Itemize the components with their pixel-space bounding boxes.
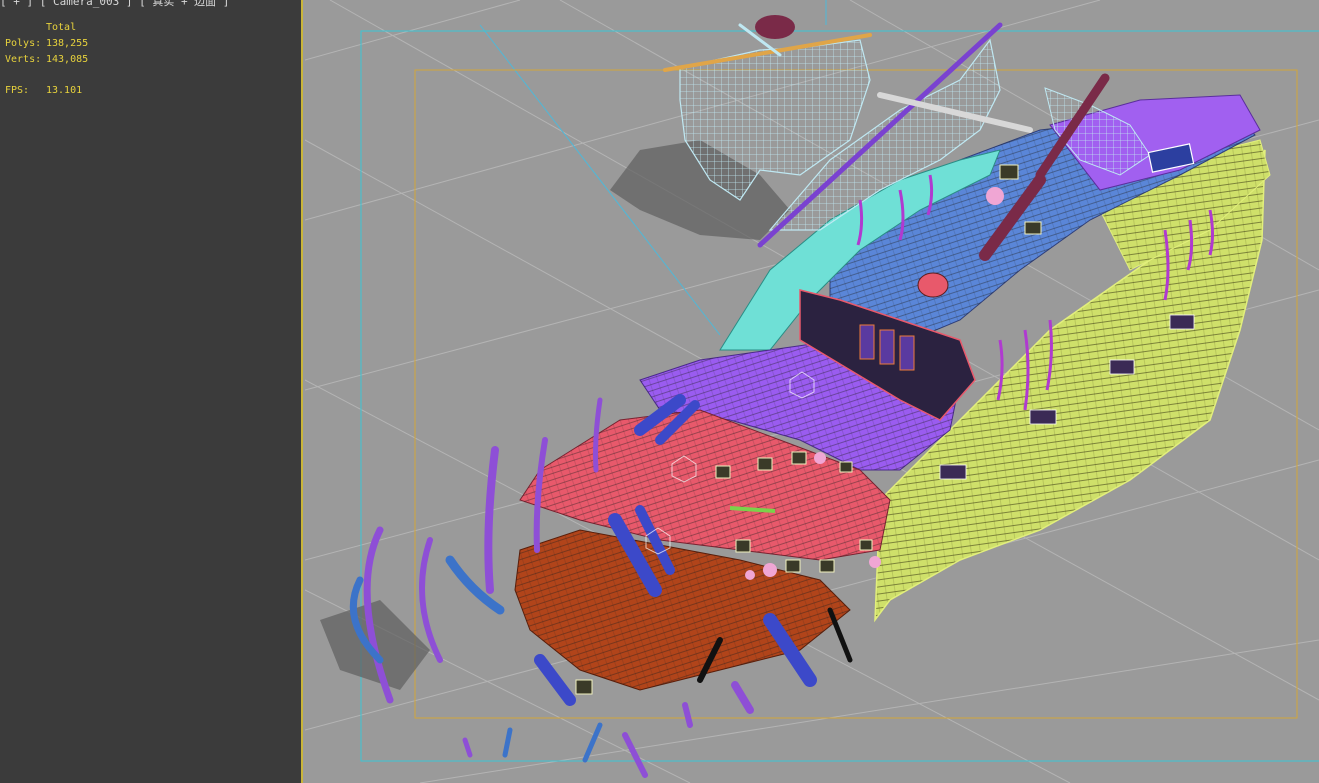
deck-barrel[interactable] [917,272,949,298]
statistics-panel: [ + ] [ Camera_003 ] [ 真实 + 边面 ] Total P… [0,0,303,783]
viewport-scene[interactable] [305,0,1319,783]
verts-label: Verts: [5,54,42,65]
stats-header: Total [46,22,77,33]
fps-value: 13.101 [46,85,83,96]
fps-label: FPS: [5,85,30,96]
polys-value: 138,255 [46,38,89,49]
polys-label: Polys: [5,38,42,49]
verts-value: 143,085 [46,54,89,65]
crows-nest[interactable] [755,15,795,39]
3d-viewport[interactable] [305,0,1319,783]
viewport-label[interactable]: [ + ] [ Camera_003 ] [ 真实 + 边面 ] [0,0,229,9]
